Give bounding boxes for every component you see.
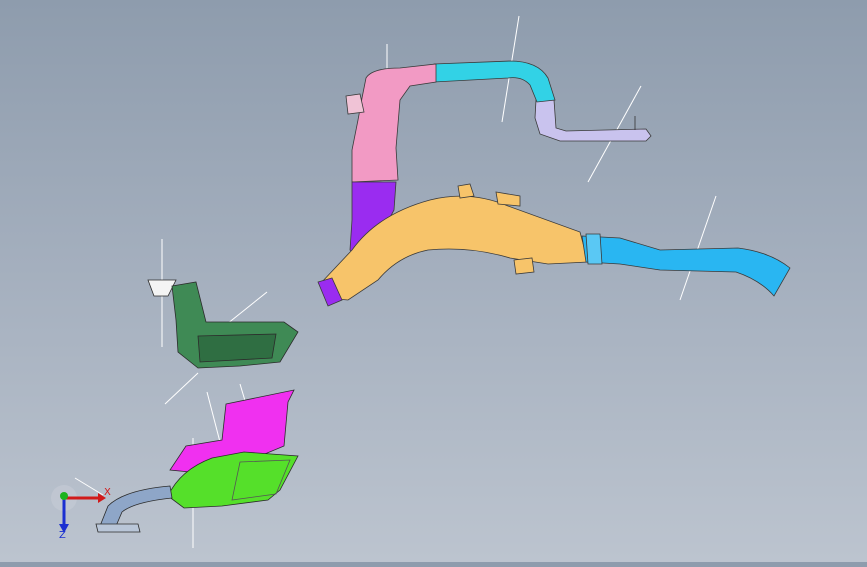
y-axis-dot <box>60 492 68 500</box>
main-duct-orange-bracket <box>513 257 535 275</box>
cad-3d-viewport[interactable]: X Z <box>0 0 867 562</box>
leader-line <box>164 372 199 405</box>
main-duct-orange-bracket <box>457 183 475 199</box>
main-duct-orange-bracket <box>495 191 521 207</box>
housing-white-flange <box>147 279 177 297</box>
upper-duct-pink-bracket <box>345 93 365 115</box>
upper-duct-lavender[interactable] <box>534 99 652 142</box>
housing-dark-green-face <box>197 333 277 363</box>
leader-line <box>679 195 717 301</box>
upper-duct-cyan[interactable] <box>433 60 556 103</box>
blower-housing-assembly[interactable] <box>147 279 299 369</box>
model-canvas[interactable] <box>0 0 867 562</box>
main-duct-blue[interactable] <box>581 235 791 297</box>
leader-line <box>74 477 104 496</box>
triad-x-label: X <box>104 487 111 498</box>
leader-line <box>206 391 221 443</box>
main-duct-blue-collar <box>585 233 603 265</box>
triad-z-label: Z <box>59 530 66 541</box>
lower-housing-assembly[interactable] <box>95 389 299 533</box>
upper-duct-pink[interactable] <box>351 63 437 183</box>
hose-end-cap <box>95 523 141 533</box>
